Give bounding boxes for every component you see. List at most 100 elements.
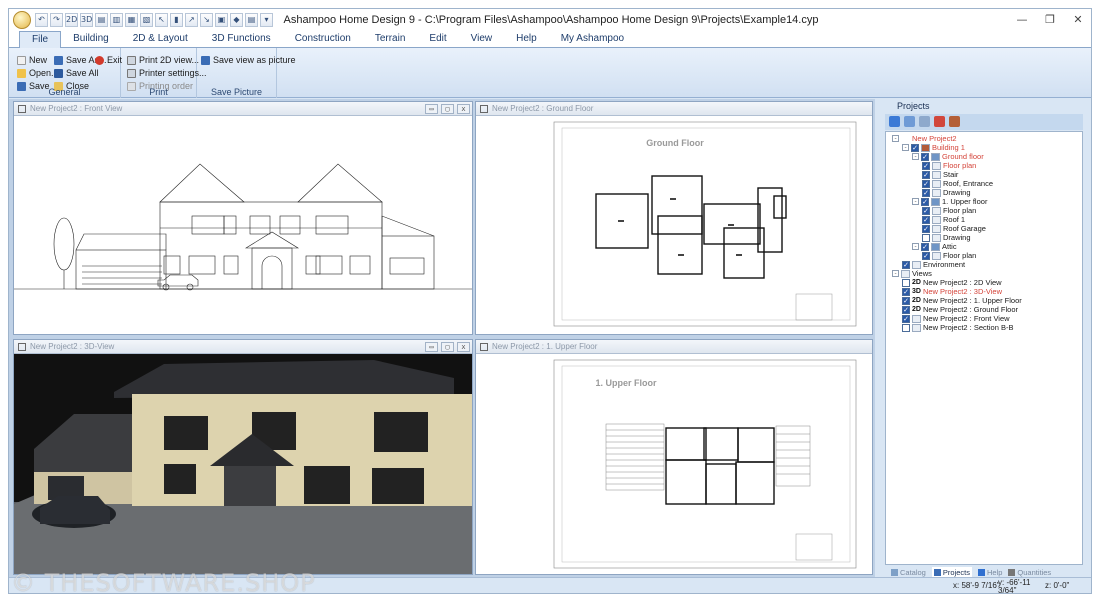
tree-item[interactable]: ✓ 2D New Project2 : 2D View <box>902 278 1002 287</box>
tree-item[interactable]: ✓ Floor plan <box>922 161 976 170</box>
pane-close-button[interactable]: x <box>457 342 470 352</box>
pane-3d-view[interactable]: New Project2 : 3D-View ▭ ▢ x <box>13 339 473 575</box>
tree-node-icon <box>932 233 941 242</box>
pane-ground-floor[interactable]: New Project2 : Ground Floor Ground Floor <box>475 101 873 335</box>
tree-item[interactable]: ✓ New Project2 : Front View <box>902 314 1010 323</box>
status-y-coordinate-fraction: 3/64" <box>998 586 1017 594</box>
tree-item[interactable]: - ✓ 1. Upper floor <box>912 197 987 206</box>
ribbon-tab-3d-functions[interactable]: 3D Functions <box>200 31 283 48</box>
tree-item[interactable]: - Views <box>892 269 932 278</box>
visibility-checkbox[interactable]: ✓ <box>921 152 929 161</box>
ribbon-tab-view[interactable]: View <box>459 31 505 48</box>
visibility-checkbox[interactable]: ✓ <box>922 251 930 260</box>
tree-item[interactable]: ✓ Roof Garage <box>922 224 986 233</box>
visibility-checkbox[interactable]: ✓ <box>902 287 910 296</box>
project-tree[interactable]: - New Project2- ✓ Building 1- ✓ Ground floor ✓… <box>885 131 1083 565</box>
panel-tab-help[interactable]: Help <box>977 567 1002 577</box>
visibility-checkbox[interactable]: ✓ <box>922 188 930 197</box>
visibility-checkbox[interactable]: ✓ <box>922 170 930 179</box>
pane-close-button[interactable]: x <box>457 104 470 114</box>
visibility-checkbox[interactable]: ✓ <box>921 242 929 251</box>
tree-item-label: Floor plan <box>943 161 977 170</box>
delete-icon[interactable] <box>934 116 945 127</box>
pane-front-view[interactable]: New Project2 : Front View ▭ ▢ x <box>13 101 473 335</box>
visibility-checkbox[interactable]: ✓ <box>902 260 910 269</box>
visibility-checkbox[interactable]: ✓ <box>902 296 910 305</box>
pane-minimize-button[interactable]: ▭ <box>425 104 438 114</box>
open-button[interactable]: Open... <box>17 67 59 79</box>
panel-tab-quantities[interactable]: Quantities <box>1008 567 1051 577</box>
visibility-checkbox[interactable]: ✓ <box>902 323 910 332</box>
panel-tab-projects[interactable]: Projects <box>931 567 972 577</box>
tree-item[interactable]: ✓ Floor plan <box>922 251 976 260</box>
minimize-button[interactable]: — <box>1009 12 1035 28</box>
3d-render-viewport[interactable] <box>14 354 472 574</box>
pane-maximize-button[interactable]: ▢ <box>441 104 454 114</box>
new-button[interactable]: New <box>17 54 47 66</box>
visibility-checkbox[interactable]: ✓ <box>902 314 910 323</box>
restore-button[interactable]: ❐ <box>1037 12 1063 28</box>
expand-toggle-icon[interactable]: - <box>912 153 919 160</box>
tree-item-label: Views <box>912 269 932 278</box>
print-2d-button[interactable]: Print 2D view... <box>127 54 199 66</box>
visibility-checkbox[interactable]: ✓ <box>902 305 910 314</box>
panel-tab-catalog[interactable]: Catalog <box>891 567 926 577</box>
ribbon-tab-help[interactable]: Help <box>504 31 549 48</box>
tree-item[interactable]: - ✓ Ground floor <box>912 152 984 161</box>
expand-toggle-icon[interactable]: - <box>912 243 919 250</box>
pane-minimize-button[interactable]: ▭ <box>425 342 438 352</box>
visibility-checkbox[interactable]: ✓ <box>922 233 930 242</box>
layers-icon[interactable] <box>919 116 930 127</box>
tree-item-label: New Project2 : 3D-View <box>922 287 1003 296</box>
visibility-checkbox[interactable]: ✓ <box>922 179 930 188</box>
tree-item-label: Floor plan <box>943 251 977 260</box>
ribbon-tab-construction[interactable]: Construction <box>283 31 363 48</box>
ground-floor-plan[interactable]: Ground Floor <box>476 116 872 334</box>
tree-item-label: Roof 1 <box>943 215 966 224</box>
tree-item[interactable]: ✓ Stair <box>922 170 958 179</box>
visibility-checkbox[interactable]: ✓ <box>921 197 929 206</box>
tree-item[interactable]: ✓ Drawing <box>922 233 971 242</box>
tree-item[interactable]: ✓ 3D New Project2 : 3D-View <box>902 287 1002 296</box>
ribbon-tab-my-ashampoo[interactable]: My Ashampoo <box>549 31 636 48</box>
ribbon-tab-edit[interactable]: Edit <box>417 31 458 48</box>
exit-button[interactable]: Exit <box>95 54 122 66</box>
expand-toggle-icon[interactable]: - <box>902 144 909 151</box>
printer-settings-button[interactable]: Printer settings... <box>127 67 207 79</box>
ribbon-tab-terrain[interactable]: Terrain <box>363 31 418 48</box>
check-icon[interactable] <box>889 116 900 127</box>
expand-toggle-icon[interactable]: - <box>912 198 919 205</box>
tree-item[interactable]: ✓ Roof, Entrance <box>922 179 993 188</box>
expand-toggle-icon[interactable]: - <box>892 270 899 277</box>
ribbon-tab-2d-layout[interactable]: 2D & Layout <box>121 31 200 48</box>
rename-icon[interactable] <box>904 116 915 127</box>
front-view-drawing[interactable] <box>14 116 472 334</box>
tree-item[interactable]: - New Project2 <box>892 134 957 143</box>
ribbon-tab-file[interactable]: File <box>19 31 62 49</box>
tree-item[interactable]: ✓ 2D New Project2 : Ground Floor <box>902 305 1018 314</box>
visibility-checkbox[interactable]: ✓ <box>922 206 930 215</box>
upper-floor-plan[interactable]: 1. Upper Floor <box>476 354 872 574</box>
pane-upper-floor[interactable]: New Project2 : 1. Upper Floor 1. Upper F… <box>475 339 873 575</box>
tree-item[interactable]: ✓ Roof 1 <box>922 215 965 224</box>
tree-item[interactable]: ✓ 2D New Project2 : 1. Upper Floor <box>902 296 1022 305</box>
visibility-checkbox[interactable]: ✓ <box>922 215 930 224</box>
tree-item[interactable]: ✓ Drawing <box>922 188 971 197</box>
expand-toggle-icon[interactable]: - <box>892 135 899 142</box>
save-all-button[interactable]: Save All <box>54 67 99 79</box>
pane-maximize-button[interactable]: ▢ <box>441 342 454 352</box>
tree-item[interactable]: ✓ Environment <box>902 260 965 269</box>
visibility-checkbox[interactable]: ✓ <box>911 143 919 152</box>
visibility-checkbox[interactable]: ✓ <box>922 224 930 233</box>
tree-item[interactable]: - ✓ Attic <box>912 242 957 251</box>
tree-item[interactable]: ✓ New Project2 : Section B-B <box>902 323 1013 332</box>
visibility-checkbox[interactable]: ✓ <box>902 278 910 287</box>
visibility-checkbox[interactable]: ✓ <box>922 161 930 170</box>
ribbon-tab-building[interactable]: Building <box>61 31 121 48</box>
building-icon[interactable] <box>949 116 960 127</box>
tree-item[interactable]: - ✓ Building 1 <box>902 143 965 152</box>
close-button[interactable]: ✕ <box>1065 12 1091 28</box>
tree-item-label: New Project2 : 2D View <box>922 278 1002 287</box>
save-view-as-picture-button[interactable]: Save view as picture <box>201 54 296 66</box>
tree-item[interactable]: ✓ Floor plan <box>922 206 976 215</box>
